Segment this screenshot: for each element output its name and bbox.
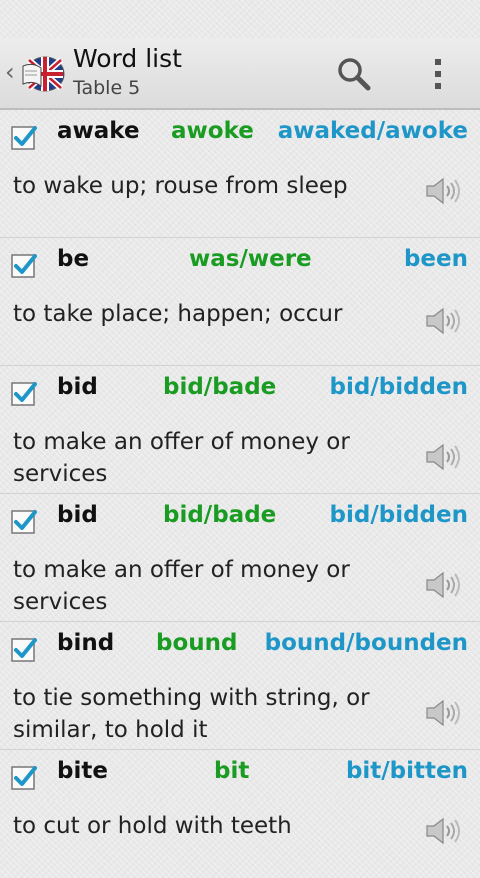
list-item[interactable]: awake awoke awaked/awoke to wake up; rou…	[0, 110, 480, 238]
speaker-icon[interactable]	[424, 176, 462, 206]
definition: to take place; happen; occur	[13, 301, 343, 327]
participle-form: bid/bidden	[329, 502, 468, 528]
past-form: bound	[156, 630, 238, 656]
word-list: awake awoke awaked/awoke to wake up; rou…	[0, 110, 480, 878]
list-item[interactable]: bind bound bound/bounden to tie somethin…	[0, 622, 480, 750]
speaker-icon[interactable]	[424, 570, 462, 600]
speaker-icon[interactable]	[424, 306, 462, 336]
base-form: bind	[57, 630, 115, 656]
search-icon[interactable]	[334, 54, 374, 94]
participle-form: been	[403, 246, 468, 272]
list-item[interactable]: bid bid/bade bid/bidden to make an offer…	[0, 366, 480, 494]
up-navigation-icon[interactable]: ‹	[5, 58, 15, 86]
list-item[interactable]: be was/were been to take place; happen; …	[0, 238, 480, 366]
definition: to wake up; rouse from sleep	[13, 173, 348, 199]
base-form: be	[57, 246, 90, 272]
union-jack-book-icon[interactable]	[19, 52, 67, 94]
definition: to make an offer of money or services	[13, 429, 350, 487]
page-subtitle: Table 5	[73, 77, 141, 99]
speaker-icon[interactable]	[424, 816, 462, 846]
definition: to tie something with string, or similar…	[13, 685, 370, 743]
list-item[interactable]: bid bid/bade bid/bidden to make an offer…	[0, 494, 480, 622]
past-form: bit	[214, 758, 250, 784]
base-form: bid	[57, 502, 98, 528]
action-bar: ‹ Word list Table 5	[0, 38, 480, 110]
participle-form: awaked/awoke	[277, 118, 468, 144]
past-form: bid/bade	[163, 502, 277, 528]
base-form: bite	[57, 758, 108, 784]
overflow-menu-icon[interactable]	[424, 56, 452, 92]
past-form: bid/bade	[163, 374, 277, 400]
participle-form: bound/bounden	[264, 630, 468, 656]
status-bar	[0, 0, 480, 38]
past-form: was/were	[189, 246, 312, 272]
base-form: bid	[57, 374, 98, 400]
participle-form: bit/bitten	[345, 758, 468, 784]
past-form: awoke	[171, 118, 254, 144]
speaker-icon[interactable]	[424, 442, 462, 472]
definition: to make an offer of money or services	[13, 557, 350, 615]
definition: to cut or hold with teeth	[13, 813, 292, 839]
list-item[interactable]: bite bit bit/bitten to cut or hold with …	[0, 750, 480, 878]
page-title: Word list	[73, 44, 182, 73]
base-form: awake	[57, 118, 140, 144]
speaker-icon[interactable]	[424, 698, 462, 728]
participle-form: bid/bidden	[329, 374, 468, 400]
